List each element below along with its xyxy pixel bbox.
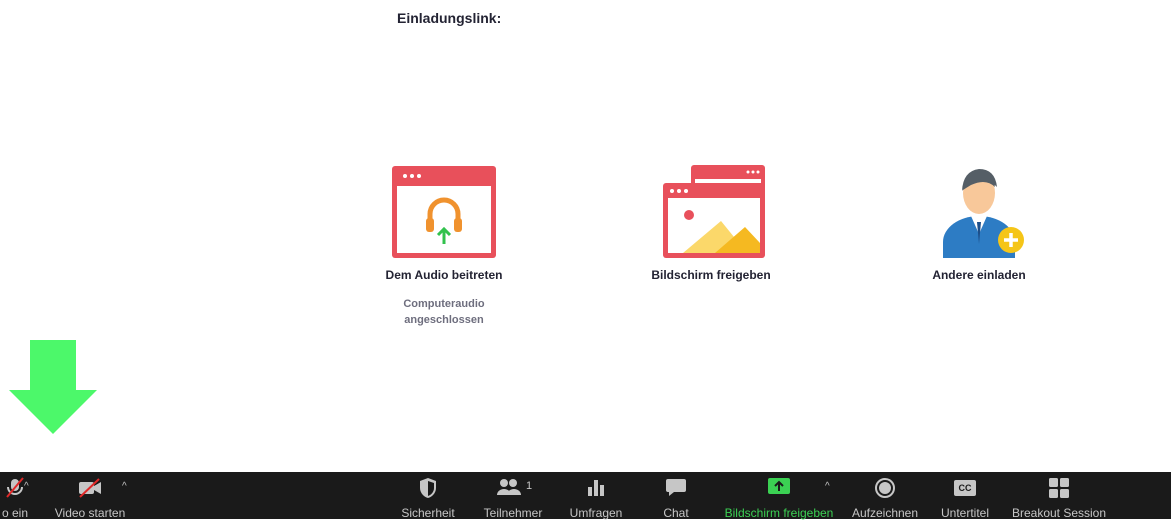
share-screen-icon [663,165,765,258]
participants-label: Teilnehmer [483,506,543,520]
captions-button[interactable]: CC Untertitel [934,472,996,520]
share-screen-label: Bildschirm freigeben [651,268,771,282]
join-audio-action[interactable]: Dem Audio beitreten Computeraudio angesc… [379,166,509,328]
security-button[interactable]: Sicherheit [397,472,459,520]
breakout-session-label: Breakout Session [1011,506,1107,520]
shield-icon [420,478,436,498]
record-icon [875,478,895,498]
invite-others-label: Andere einladen [932,268,1026,282]
breakout-grid-icon [1049,478,1069,498]
audio-button[interactable]: o ein [0,472,40,520]
captions-label: Untertitel [940,506,990,520]
invite-others-action[interactable]: Andere einladen [920,160,1038,282]
video-options-caret[interactable]: ^ [122,481,127,492]
microphone-muted-icon [6,477,24,498]
computer-audio-status: Computeraudio angeschlossen [403,298,485,326]
chat-label: Chat [663,506,689,520]
polls-label: Umfragen [569,506,623,520]
participants-count: 1 [526,480,533,492]
breakout-session-button[interactable]: Breakout Session [1010,472,1108,520]
meeting-toolbar: o ein ^ Video starten ^ Sicherheit 1 Tei… [0,472,1171,520]
security-label: Sicherheit [401,506,455,520]
closed-captions-icon-text: CC [958,483,972,493]
invite-link-label: Einladungslink: [397,10,502,26]
video-camera-off-icon [79,478,101,498]
participants-icon [497,479,521,495]
share-options-caret[interactable]: ^ [825,481,830,492]
join-audio-label: Dem Audio beitreten [385,268,503,282]
participants-button[interactable]: 1 Teilnehmer [478,472,548,520]
chat-button[interactable]: Chat [650,472,702,520]
down-arrow-icon [9,340,97,434]
record-button[interactable]: Aufzeichnen [848,472,922,520]
audio-options-caret[interactable]: ^ [24,481,29,492]
share-screen-toolbar-label: Bildschirm freigeben [724,506,834,520]
polls-button[interactable]: Umfragen [565,472,627,520]
share-screen-button[interactable]: Bildschirm freigeben [720,472,838,520]
record-label: Aufzeichnen [851,506,919,520]
video-button[interactable]: Video starten [50,472,130,520]
join-audio-icon [392,166,496,258]
share-screen-action[interactable]: Bildschirm freigeben [645,165,777,282]
audio-label: o ein [1,506,29,520]
closed-captions-icon: CC [954,480,976,496]
chat-bubble-icon [666,479,686,496]
video-label: Video starten [54,506,126,520]
invite-person-icon [943,169,1024,258]
bar-chart-icon [588,480,604,496]
share-screen-arrow-icon [768,478,790,494]
